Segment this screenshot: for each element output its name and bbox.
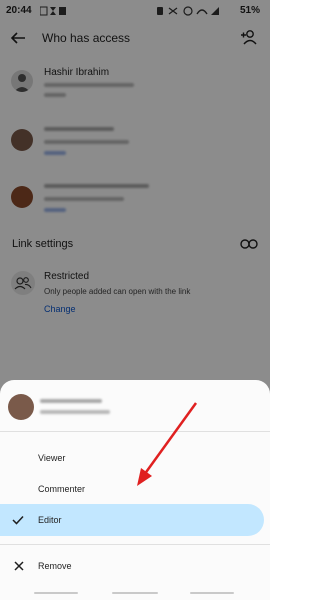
annotation-arrow [137,402,198,486]
nav-hint [190,592,234,594]
nav-hint [112,592,158,594]
nav-hint [34,592,78,594]
